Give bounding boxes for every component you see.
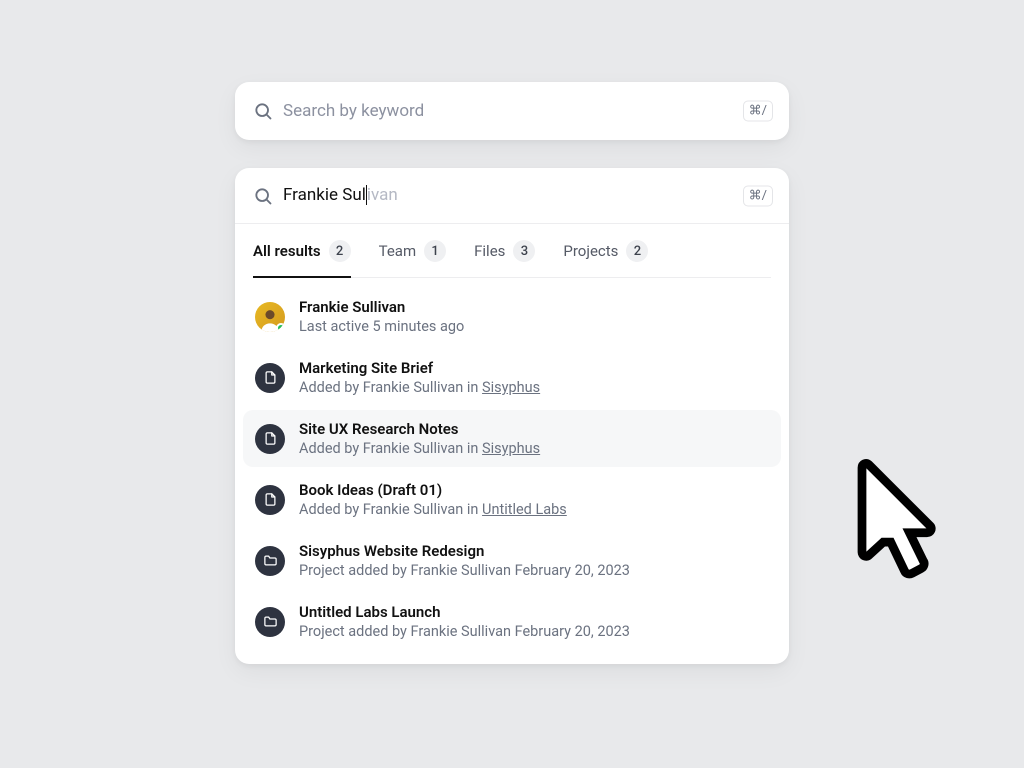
result-body: Untitled Labs Launch Project added by Fra… [299, 603, 630, 640]
text-cursor [366, 185, 367, 205]
result-row[interactable]: Marketing Site Brief Added by Frankie Sul… [243, 349, 781, 406]
result-project-link[interactable]: Sisyphus [482, 440, 540, 457]
search-input-row[interactable]: Frankie Sulivan ⌘/ [235, 168, 789, 224]
simple-search-card: Search by keyword ⌘/ [235, 82, 789, 140]
search-placeholder[interactable]: Search by keyword [283, 101, 424, 121]
result-body: Site UX Research Notes Added by Frankie S… [299, 420, 540, 457]
result-tabs: All results 2 Team 1 Files 3 Projects 2 [253, 224, 771, 278]
result-row[interactable]: Sisyphus Website Redesign Project added b… [243, 532, 781, 589]
result-row[interactable]: Untitled Labs Launch Project added by Fra… [243, 593, 781, 650]
tab-team[interactable]: Team 1 [379, 224, 447, 278]
result-row[interactable]: Site UX Research Notes Added by Frankie S… [243, 410, 781, 467]
avatar [255, 302, 285, 332]
folder-icon [255, 607, 285, 637]
result-title: Book Ideas (Draft 01) [299, 481, 567, 499]
result-project-link[interactable]: Sisyphus [482, 379, 540, 396]
search-icon [253, 186, 273, 206]
search-input[interactable]: Frankie Sulivan [283, 185, 398, 206]
result-subtitle: Added by Frankie Sullivan in Untitled La… [299, 501, 567, 518]
result-subtitle: Last active 5 minutes ago [299, 318, 464, 335]
keyboard-shortcut: ⌘/ [743, 185, 773, 206]
tab-label: All results [253, 242, 321, 260]
tab-all-results[interactable]: All results 2 [253, 224, 351, 278]
result-body: Book Ideas (Draft 01) Added by Frankie Su… [299, 481, 567, 518]
tab-count-badge: 2 [329, 240, 351, 262]
result-body: Marketing Site Brief Added by Frankie Sul… [299, 359, 540, 396]
file-icon [255, 424, 285, 454]
result-row[interactable]: Book Ideas (Draft 01) Added by Frankie Su… [243, 471, 781, 528]
keyboard-shortcut: ⌘/ [743, 101, 773, 122]
tab-label: Projects [563, 242, 618, 260]
result-title: Sisyphus Website Redesign [299, 542, 630, 560]
result-project-link[interactable]: Untitled Labs [482, 501, 567, 518]
file-icon [255, 363, 285, 393]
result-subtitle: Project added by Frankie Sullivan Februa… [299, 623, 630, 640]
result-subtitle: Project added by Frankie Sullivan Februa… [299, 562, 630, 579]
tab-count-badge: 3 [513, 240, 535, 262]
tab-projects[interactable]: Projects 2 [563, 224, 648, 278]
search-panel: Frankie Sulivan ⌘/ All results 2 Team 1 File… [235, 168, 789, 664]
result-title: Site UX Research Notes [299, 420, 540, 438]
result-body: Frankie Sullivan Last active 5 minutes ag… [299, 298, 464, 335]
result-subtitle: Added by Frankie Sullivan in Sisyphus [299, 379, 540, 396]
result-body: Sisyphus Website Redesign Project added b… [299, 542, 630, 579]
results-list: Frankie Sullivan Last active 5 minutes ag… [235, 278, 789, 650]
presence-dot [276, 323, 285, 332]
tab-label: Files [474, 242, 505, 260]
tab-count-badge: 2 [626, 240, 648, 262]
result-row[interactable]: Frankie Sullivan Last active 5 minutes ag… [243, 288, 781, 345]
folder-icon [255, 546, 285, 576]
result-title: Untitled Labs Launch [299, 603, 630, 621]
result-title: Frankie Sullivan [299, 298, 464, 316]
search-typed-text: Frankie Sul [283, 185, 366, 205]
result-subtitle: Added by Frankie Sullivan in Sisyphus [299, 440, 540, 457]
tab-files[interactable]: Files 3 [474, 224, 535, 278]
search-icon [253, 101, 273, 121]
tab-count-badge: 1 [424, 240, 446, 262]
result-title: Marketing Site Brief [299, 359, 540, 377]
search-autocomplete-ghost: ivan [367, 185, 398, 205]
tab-label: Team [379, 242, 417, 260]
cursor-pointer-icon [737, 449, 755, 467]
file-icon [255, 485, 285, 515]
